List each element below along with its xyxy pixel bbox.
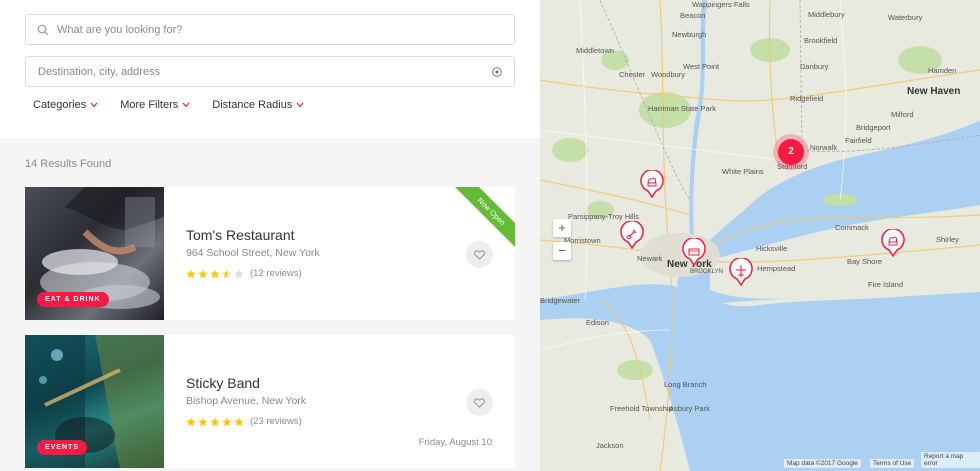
more-filters-label: More Filters bbox=[120, 99, 179, 111]
listing-address: Bishop Avenue, New York bbox=[186, 395, 307, 407]
map-label: Bridgewater bbox=[540, 296, 581, 305]
listing-title[interactable]: Sticky Band bbox=[186, 375, 260, 391]
bookmark-button[interactable] bbox=[466, 389, 493, 416]
map-label: Waterbury bbox=[888, 13, 923, 22]
filter-bar: Categories More Filters Distance Radius bbox=[33, 99, 304, 111]
category-badge[interactable]: EAT & DRINK bbox=[37, 292, 109, 307]
location-search-box[interactable] bbox=[25, 56, 515, 87]
listing-panel: Categories More Filters Distance Radius … bbox=[0, 0, 540, 471]
map-label: Bay Shore bbox=[847, 257, 883, 266]
report-map-error-link[interactable]: Report a map error bbox=[921, 452, 980, 468]
map-label: Fire Island bbox=[868, 280, 904, 289]
review-count: (23 reviews) bbox=[250, 416, 302, 427]
map-label: Fairfield bbox=[845, 136, 872, 145]
distance-radius-label: Distance Radius bbox=[212, 99, 293, 111]
chevron-down-icon bbox=[90, 102, 98, 108]
star-full-icon bbox=[198, 417, 208, 426]
map-label: Hamden bbox=[928, 66, 957, 75]
map-label: Newark bbox=[637, 254, 663, 263]
keyword-search-input[interactable] bbox=[57, 15, 514, 44]
travel-map-marker[interactable] bbox=[729, 258, 753, 286]
listing-address: 964 School Street, New York bbox=[186, 247, 320, 259]
map-label: Chester bbox=[619, 70, 646, 79]
zoom-in-button[interactable]: + bbox=[553, 219, 571, 237]
map-label: Middlebury bbox=[808, 10, 845, 19]
star-half-icon bbox=[222, 269, 232, 278]
heart-icon bbox=[474, 249, 485, 260]
listing-card[interactable]: EAT & DRINK Tom's Restaurant 964 School … bbox=[25, 187, 515, 320]
categories-filter-label: Categories bbox=[33, 99, 87, 111]
map-terms-link[interactable]: Terms of Use bbox=[870, 459, 915, 468]
star-full-icon bbox=[234, 417, 244, 426]
map-attribution: Map data ©2017 Google bbox=[784, 459, 861, 468]
map-label: Long Branch bbox=[664, 380, 707, 389]
chevron-down-icon bbox=[182, 102, 190, 108]
map-label: Danbury bbox=[800, 62, 829, 71]
map-label: Ridgefield bbox=[790, 94, 824, 103]
star-full-icon bbox=[222, 417, 232, 426]
star-full-icon bbox=[210, 269, 220, 278]
map-label: Newburgh bbox=[672, 30, 707, 39]
results-count: 14 Results Found bbox=[25, 158, 112, 170]
star-full-icon bbox=[186, 269, 196, 278]
categories-filter[interactable]: Categories bbox=[33, 99, 98, 111]
map-label: Asbury Park bbox=[669, 404, 710, 413]
star-rating: (12 reviews) bbox=[186, 268, 302, 279]
restaurant-map-marker[interactable] bbox=[640, 170, 664, 198]
listing-card[interactable]: EVENTS Sticky Band Bishop Avenue, New Yo… bbox=[25, 335, 515, 468]
search-icon bbox=[37, 24, 49, 35]
map-label: Jackson bbox=[596, 441, 624, 450]
map-label: Hempstead bbox=[757, 264, 796, 273]
more-filters-filter[interactable]: More Filters bbox=[120, 99, 190, 111]
chevron-down-icon bbox=[296, 102, 304, 108]
map-label: New Haven bbox=[907, 86, 961, 97]
locate-me-icon[interactable] bbox=[491, 66, 503, 78]
bookmark-button[interactable] bbox=[466, 241, 493, 268]
map-label: BROOKLYN bbox=[690, 269, 723, 275]
star-empty-icon bbox=[234, 269, 244, 278]
star-rating: (23 reviews) bbox=[186, 416, 302, 427]
review-count: (12 reviews) bbox=[250, 268, 302, 279]
map-label: Beacon bbox=[680, 11, 706, 20]
map-label: Parsippany-Troy Hills bbox=[568, 212, 639, 221]
map-label: Woodbury bbox=[651, 70, 686, 79]
map-label: Shirley bbox=[936, 235, 959, 244]
listing-image[interactable]: EAT & DRINK bbox=[25, 187, 164, 320]
map-label: Norwalk bbox=[810, 143, 838, 152]
map-label: Middletown bbox=[576, 46, 614, 55]
location-search-input[interactable] bbox=[26, 57, 491, 86]
category-badge[interactable]: EVENTS bbox=[37, 440, 88, 455]
keyword-search-box[interactable] bbox=[25, 14, 515, 45]
map-label: Bridgeport bbox=[856, 123, 891, 132]
map-label: Wappingers Falls bbox=[692, 0, 750, 9]
star-full-icon bbox=[198, 269, 208, 278]
star-full-icon bbox=[210, 417, 220, 426]
results-list: 14 Results Found EAT & DRINK Tom's Resta… bbox=[0, 138, 540, 471]
listing-title[interactable]: Tom's Restaurant bbox=[186, 227, 295, 243]
map-label: Edison bbox=[586, 318, 609, 327]
map-label: West Point bbox=[683, 62, 720, 71]
map-view[interactable]: Wappingers Falls Beacon Middlebury Water… bbox=[540, 0, 980, 471]
map-label: White Plains bbox=[722, 167, 764, 176]
listing-image[interactable]: EVENTS bbox=[25, 335, 164, 468]
map-label: Milford bbox=[891, 110, 914, 119]
event-date: Friday, August 10 bbox=[418, 437, 492, 448]
map-cluster-marker[interactable]: 2 bbox=[778, 139, 804, 165]
star-full-icon bbox=[186, 417, 196, 426]
map-background bbox=[540, 0, 980, 471]
restaurant-map-marker[interactable] bbox=[881, 229, 905, 257]
event-map-marker[interactable] bbox=[620, 221, 644, 249]
shop-map-marker[interactable] bbox=[682, 238, 706, 266]
zoom-out-button[interactable]: − bbox=[553, 242, 571, 260]
map-label: Commack bbox=[835, 223, 869, 232]
map-label: Freehold Township bbox=[610, 404, 673, 413]
distance-radius-filter[interactable]: Distance Radius bbox=[212, 99, 304, 111]
map-label: Hicksville bbox=[756, 244, 788, 253]
heart-icon bbox=[474, 397, 485, 408]
map-label: Brookfield bbox=[804, 36, 838, 45]
map-label: Harriman State Park bbox=[648, 104, 716, 113]
